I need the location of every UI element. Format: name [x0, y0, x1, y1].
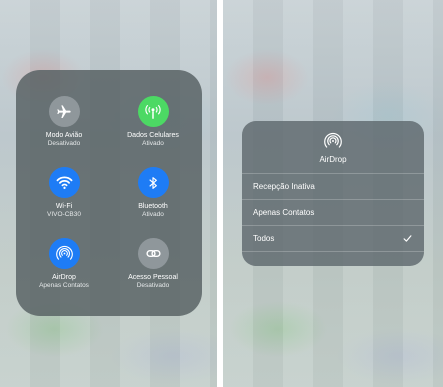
- wifi-button[interactable]: [48, 167, 80, 198]
- option-label: Apenas Contatos: [253, 208, 315, 217]
- airplane-mode-button[interactable]: [48, 96, 80, 127]
- menu-bottom-divider: [242, 251, 424, 265]
- option-label: Recepção Inativa: [253, 182, 315, 191]
- airdrop-icon: [324, 132, 342, 148]
- airdrop-status: Apenas Contatos: [39, 282, 89, 289]
- bluetooth-status: Ativado: [142, 211, 164, 218]
- airdrop-menu-title: AirDrop: [319, 155, 347, 164]
- airplane-mode-toggle[interactable]: Modo Avião Desativado: [19, 96, 109, 148]
- control-center-right: AirDrop Recepção Inativa Apenas Contatos…: [223, 0, 443, 387]
- airplane-mode-status: Desativado: [47, 140, 81, 147]
- airdrop-button[interactable]: [48, 238, 80, 269]
- wifi-label: Wi-Fi: [55, 203, 73, 210]
- connectivity-panel: Modo Avião Desativado Dados Celulares At…: [16, 70, 202, 316]
- airdrop-menu-header: AirDrop: [242, 121, 424, 173]
- wifi-icon: [56, 176, 72, 189]
- bluetooth-button[interactable]: [137, 167, 169, 198]
- wifi-toggle[interactable]: Wi-Fi VIVO-CB30: [19, 167, 109, 219]
- cellular-data-button[interactable]: [137, 96, 169, 127]
- cellular-data-status: Ativado: [142, 140, 164, 147]
- option-receiving-off[interactable]: Recepção Inativa: [242, 173, 424, 199]
- bluetooth-toggle[interactable]: Bluetooth Ativado: [108, 167, 198, 219]
- personal-hotspot-status: Desativado: [136, 282, 170, 289]
- bluetooth-icon: [149, 176, 157, 189]
- cellular-data-toggle[interactable]: Dados Celulares Ativado: [108, 96, 198, 148]
- personal-hotspot-label: Acesso Pessoal: [128, 274, 178, 281]
- checkmark-icon: [403, 235, 412, 242]
- airdrop-toggle[interactable]: AirDrop Apenas Contatos: [19, 238, 109, 290]
- cellular-data-label: Dados Celulares: [127, 132, 179, 139]
- personal-hotspot-button[interactable]: [137, 238, 169, 269]
- option-label: Todos: [253, 234, 275, 243]
- airdrop-icon: [55, 245, 73, 260]
- option-contacts-only[interactable]: Apenas Contatos: [242, 199, 424, 225]
- bluetooth-label: Bluetooth: [138, 203, 168, 210]
- airplane-mode-label: Modo Avião: [45, 132, 83, 139]
- airdrop-label: AirDrop: [52, 274, 76, 281]
- personal-hotspot-toggle[interactable]: Acesso Pessoal Desativado: [108, 238, 198, 290]
- cellular-antenna-icon: [145, 104, 161, 119]
- airplane-icon: [57, 104, 71, 118]
- control-center-left: Modo Avião Desativado Dados Celulares At…: [0, 0, 217, 387]
- option-everyone[interactable]: Todos: [242, 225, 424, 251]
- personal-hotspot-icon: [145, 249, 161, 258]
- wifi-network-name: VIVO-CB30: [47, 211, 81, 218]
- airdrop-menu: AirDrop Recepção Inativa Apenas Contatos…: [242, 121, 424, 266]
